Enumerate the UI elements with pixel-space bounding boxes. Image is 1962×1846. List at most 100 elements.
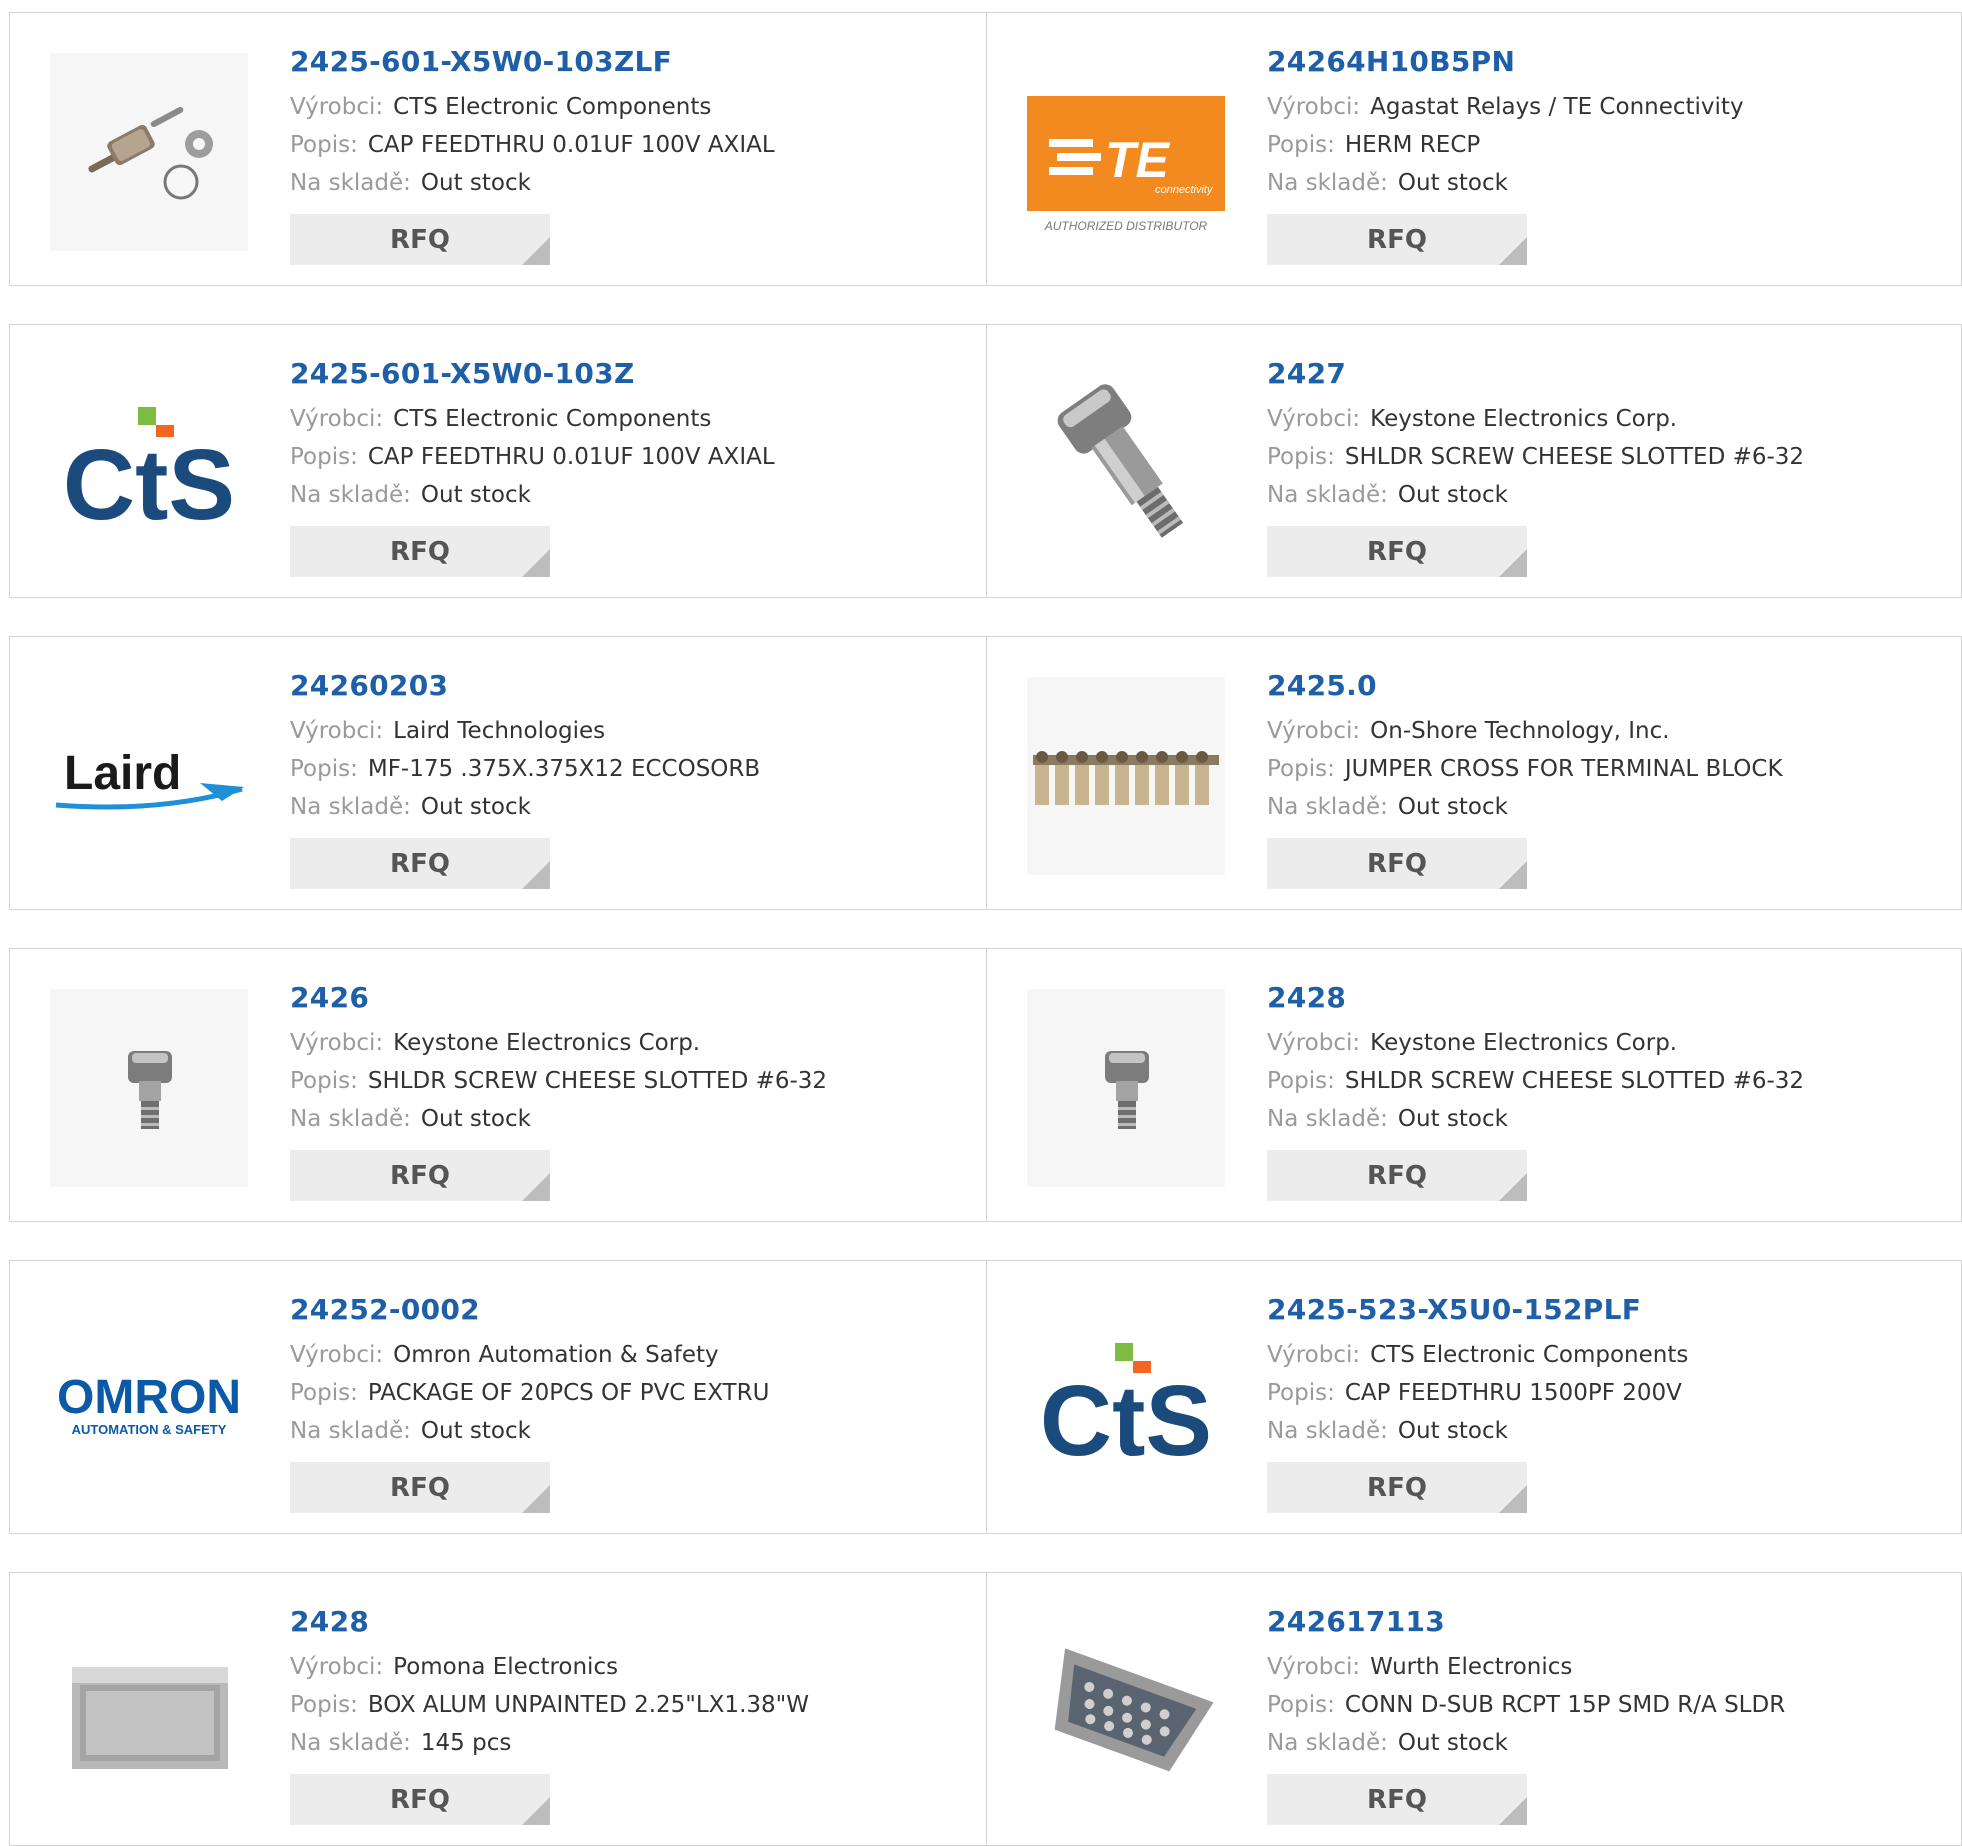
laird-logo-text: Laird: [64, 747, 181, 800]
corner-triangle-icon: [1499, 861, 1527, 889]
description-value: CAP FEEDTHRU 0.01UF 100V AXIAL: [367, 132, 775, 158]
part-number-link[interactable]: 24260203: [290, 669, 448, 703]
product-card: CtS 2425-523-X5U0-152PLF Výrobci: CTS Ele…: [987, 1260, 1962, 1534]
product-info: 2425-601-X5W0-103ZLF Výrobci: CTS Electro…: [290, 45, 976, 201]
product-info: 2426 Výrobci: Keystone Electronics Corp. …: [290, 981, 976, 1137]
description-label: Popis:: [290, 1068, 358, 1094]
rfq-button[interactable]: RFQ: [1267, 1774, 1527, 1825]
part-number-link[interactable]: 242617113: [1267, 1605, 1445, 1639]
rfq-button[interactable]: RFQ: [1267, 838, 1527, 889]
description-value: CAP FEEDTHRU 1500PF 200V: [1344, 1380, 1682, 1406]
part-number-link[interactable]: 2428: [290, 1605, 369, 1639]
jumper-strip-image[interactable]: [1027, 677, 1225, 875]
part-number-link[interactable]: 2426: [290, 981, 369, 1015]
rfq-button[interactable]: RFQ: [290, 1462, 550, 1513]
manufacturer-label: Výrobci:: [290, 1654, 384, 1680]
product-info: 24260203 Výrobci: Laird Technologies Popi…: [290, 669, 976, 825]
rfq-button[interactable]: RFQ: [1267, 1462, 1527, 1513]
te-connectivity-logo[interactable]: TE connectivity AUTHORIZED DISTRIBUTOR: [1027, 53, 1225, 251]
omron-logo[interactable]: OMRON AUTOMATION & SAFETY: [50, 1301, 248, 1499]
part-number-link[interactable]: 2425-523-X5U0-152PLF: [1267, 1293, 1641, 1327]
rfq-button-label: RFQ: [390, 1784, 450, 1815]
description-row: Popis: MF-175 .375X.375X12 ECCOSORB: [290, 751, 976, 787]
omron-logo-text: OMRON: [57, 1371, 241, 1424]
product-row: 2425-601-X5W0-103ZLF Výrobci: CTS Electro…: [9, 12, 1962, 286]
description-value: SHLDR SCREW CHEESE SLOTTED #6-32: [367, 1068, 828, 1094]
stock-value: Out stock: [420, 794, 531, 820]
manufacturer-row: Výrobci: Agastat Relays / TE Connectivity: [1267, 89, 1951, 125]
rfq-button[interactable]: RFQ: [1267, 1150, 1527, 1201]
cts-logo[interactable]: CtS: [50, 365, 248, 563]
rfq-button[interactable]: RFQ: [290, 526, 550, 577]
stock-value: Out stock: [420, 1418, 531, 1444]
product-card: 2425-601-X5W0-103ZLF Výrobci: CTS Electro…: [9, 12, 987, 286]
description-row: Popis: CAP FEEDTHRU 0.01UF 100V AXIAL: [290, 127, 976, 163]
stock-value: Out stock: [1397, 794, 1508, 820]
description-value: SHLDR SCREW CHEESE SLOTTED #6-32: [1344, 1068, 1805, 1094]
description-label: Popis:: [1267, 444, 1335, 470]
description-row: Popis: PACKAGE OF 20PCS OF PVC EXTRU: [290, 1375, 976, 1411]
rfq-button[interactable]: RFQ: [290, 214, 550, 265]
rfq-button[interactable]: RFQ: [1267, 214, 1527, 265]
manufacturer-row: Výrobci: Wurth Electronics: [1267, 1649, 1951, 1685]
corner-triangle-icon: [1499, 549, 1527, 577]
stock-label: Na skladě:: [290, 1730, 411, 1756]
part-number-link[interactable]: 2425-601-X5W0-103Z: [290, 357, 635, 391]
small-screw-image[interactable]: [1027, 989, 1225, 1187]
corner-triangle-icon: [1499, 1485, 1527, 1513]
aluminum-box-image[interactable]: [50, 1613, 248, 1811]
te-logo-text: TE: [1105, 132, 1171, 188]
corner-triangle-icon: [522, 1797, 550, 1825]
product-info: 2425-523-X5U0-152PLF Výrobci: CTS Electro…: [1267, 1293, 1951, 1449]
stock-row: Na skladě: Out stock: [1267, 1413, 1951, 1449]
manufacturer-label: Výrobci:: [1267, 94, 1361, 120]
part-number-link[interactable]: 2427: [1267, 357, 1346, 391]
product-info: 24264H10B5PN Výrobci: Agastat Relays / TE…: [1267, 45, 1951, 201]
product-card: 2428 Výrobci: Keystone Electronics Corp. …: [987, 948, 1962, 1222]
product-row: Laird 24260203 Výrobci: Laird Technologie…: [9, 636, 1962, 910]
corner-triangle-icon: [522, 1173, 550, 1201]
shoulder-screw-image[interactable]: [1027, 365, 1225, 563]
feedthru-capacitor-image[interactable]: [50, 53, 248, 251]
description-row: Popis: JUMPER CROSS FOR TERMINAL BLOCK: [1267, 751, 1951, 787]
stock-value: Out stock: [1397, 170, 1508, 196]
rfq-button-label: RFQ: [1367, 1784, 1427, 1815]
part-number-link[interactable]: 2425-601-X5W0-103ZLF: [290, 45, 672, 79]
part-number-link[interactable]: 2425.0: [1267, 669, 1377, 703]
part-number-link[interactable]: 24264H10B5PN: [1267, 45, 1515, 79]
description-label: Popis:: [1267, 1692, 1335, 1718]
stock-row: Na skladě: Out stock: [290, 477, 976, 513]
part-number-link[interactable]: 2428: [1267, 981, 1346, 1015]
description-value: HERM RECP: [1344, 132, 1481, 158]
manufacturer-label: Výrobci:: [290, 406, 384, 432]
stock-value: Out stock: [1397, 1106, 1508, 1132]
stock-row: Na skladě: Out stock: [1267, 1101, 1951, 1137]
stock-value: Out stock: [420, 482, 531, 508]
product-card: 2428 Výrobci: Pomona Electronics Popis: BO…: [9, 1572, 987, 1846]
rfq-button[interactable]: RFQ: [290, 1774, 550, 1825]
part-number-link[interactable]: 24252-0002: [290, 1293, 480, 1327]
manufacturer-value: Keystone Electronics Corp.: [1370, 1030, 1678, 1056]
rfq-button[interactable]: RFQ: [1267, 526, 1527, 577]
rfq-button[interactable]: RFQ: [290, 838, 550, 889]
stock-label: Na skladě:: [290, 170, 411, 196]
laird-logo[interactable]: Laird: [50, 677, 248, 875]
manufacturer-label: Výrobci:: [1267, 718, 1361, 744]
small-screw-image[interactable]: [50, 989, 248, 1187]
rfq-button[interactable]: RFQ: [290, 1150, 550, 1201]
stock-value: Out stock: [1397, 1418, 1508, 1444]
product-info: 2428 Výrobci: Keystone Electronics Corp. …: [1267, 981, 1951, 1137]
manufacturer-row: Výrobci: Pomona Electronics: [290, 1649, 976, 1685]
description-row: Popis: SHLDR SCREW CHEESE SLOTTED #6-32: [290, 1063, 976, 1099]
omron-logo-subtext: AUTOMATION & SAFETY: [72, 1422, 227, 1437]
description-row: Popis: SHLDR SCREW CHEESE SLOTTED #6-32: [1267, 1063, 1951, 1099]
manufacturer-row: Výrobci: On-Shore Technology, Inc.: [1267, 713, 1951, 749]
corner-triangle-icon: [522, 861, 550, 889]
product-info: 24252-0002 Výrobci: Omron Automation & Sa…: [290, 1293, 976, 1449]
manufacturer-value: CTS Electronic Components: [393, 94, 712, 120]
manufacturer-label: Výrobci:: [1267, 1654, 1361, 1680]
manufacturer-label: Výrobci:: [1267, 1342, 1361, 1368]
dsub-connector-image[interactable]: [1027, 1613, 1225, 1811]
cts-logo[interactable]: CtS: [1027, 1301, 1225, 1499]
manufacturer-value: Agastat Relays / TE Connectivity: [1370, 94, 1744, 120]
